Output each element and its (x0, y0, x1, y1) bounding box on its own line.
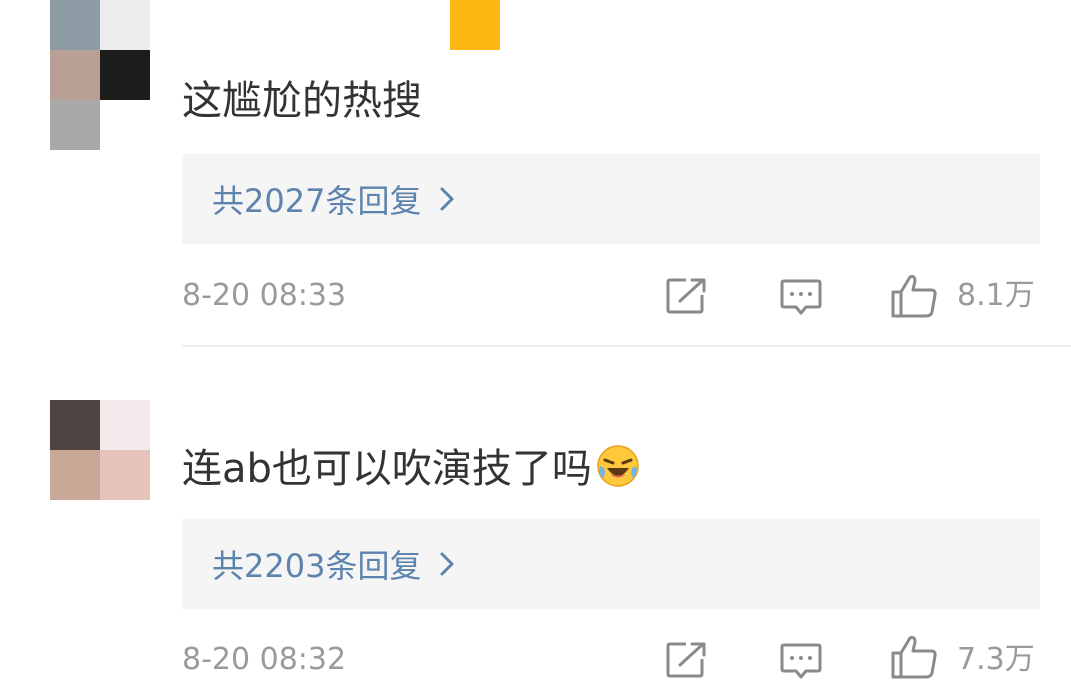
avatar[interactable] (50, 400, 150, 500)
replies-link[interactable]: 共2027条回复 (182, 154, 1040, 244)
laughing-crying-emoji-icon (596, 444, 640, 500)
replies-label: 共2203条回复 (212, 547, 422, 585)
like-icon[interactable] (890, 634, 938, 684)
comment-text-content: 连ab也可以吹演技了吗 (182, 446, 592, 492)
timestamp: 8-20 08:33 (182, 278, 347, 313)
comment-text: 连ab也可以吹演技了吗 (182, 444, 640, 500)
replies-link[interactable]: 共2203条回复 (182, 519, 1040, 609)
share-icon[interactable] (666, 277, 708, 319)
comment-icon[interactable] (780, 642, 822, 686)
like-count: 7.3万 (957, 642, 1035, 677)
cropped-badge (450, 0, 500, 50)
replies-label: 共2027条回复 (212, 182, 422, 220)
timestamp: 8-20 08:32 (182, 642, 347, 677)
divider (182, 345, 1071, 347)
share-icon[interactable] (666, 641, 708, 683)
comment-text: 这尴尬的热搜 (182, 78, 422, 124)
avatar[interactable] (50, 0, 150, 150)
like-count: 8.1万 (957, 278, 1035, 313)
comment-icon[interactable] (780, 278, 822, 322)
like-icon[interactable] (890, 273, 938, 323)
chevron-right-icon (439, 185, 455, 213)
chevron-right-icon (439, 550, 455, 578)
